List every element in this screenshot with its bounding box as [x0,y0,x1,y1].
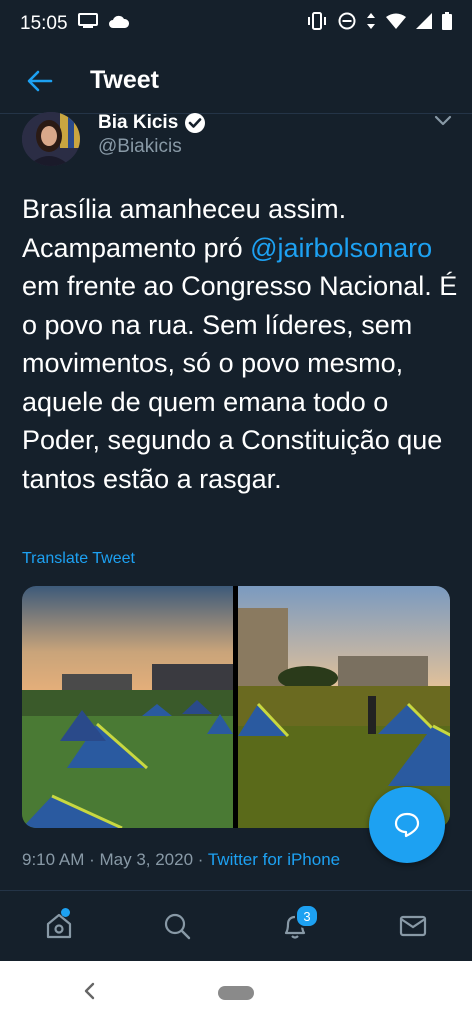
reply-fab-button[interactable] [369,787,445,863]
status-bar: 15:05 [0,0,472,48]
data-arrows-icon [366,12,376,36]
avatar[interactable] [22,112,80,166]
tab-messages[interactable] [383,896,443,956]
tab-home[interactable] [29,896,89,956]
mail-icon [399,915,427,937]
wifi-icon [386,13,406,35]
translate-tweet-link[interactable]: Translate Tweet [22,550,135,568]
reply-bubble-icon [394,812,420,838]
timestamp-text: 9:10 AM · May 3, 2020 · [22,850,208,869]
search-icon [164,913,191,940]
cloud-icon [108,13,130,35]
mention-link[interactable]: @jairbolsonaro [250,233,432,263]
system-navigation-bar [0,961,472,1024]
page-title: Tweet [90,66,159,94]
signal-icon [416,13,432,35]
author-handle[interactable]: @Biakicis [98,134,206,160]
tweet-author: Bia Kicis @Biakicis [22,112,452,170]
author-name: Bia Kicis [98,112,179,133]
tweet-timestamp: 9:10 AM · May 3, 2020 · Twitter for iPho… [22,850,340,870]
status-time: 15:05 [20,13,68,34]
do-not-disturb-icon [338,12,356,36]
back-button[interactable] [0,48,80,114]
verified-badge-icon [185,113,206,133]
more-options-chevron-icon[interactable] [434,114,452,132]
home-new-dot [61,908,70,917]
notifications-badge: 3 [295,904,319,928]
tweet-source-link[interactable]: Twitter for iPhone [208,850,340,869]
tweet-text-after: em frente ao Congresso Nacional. É o pov… [22,271,458,494]
top-app-bar: Tweet [0,48,472,114]
tweet-text: Brasília amanheceu assim. Acampamento pr… [22,190,462,498]
system-home-pill[interactable] [218,985,254,1000]
tweet-photo-1[interactable] [22,586,235,828]
author-name-row[interactable]: Bia Kicis [98,112,206,134]
system-back-chevron-icon[interactable] [82,981,96,1006]
cast-icon [77,13,98,35]
vibrate-icon [306,12,328,36]
tab-notifications[interactable]: 3 [265,896,325,956]
tab-search[interactable] [147,896,207,956]
arrow-left-icon [27,70,53,91]
tweet-media [22,586,450,828]
home-icon [46,913,72,939]
battery-icon [442,12,452,36]
bottom-tab-bar: 3 [0,891,472,961]
